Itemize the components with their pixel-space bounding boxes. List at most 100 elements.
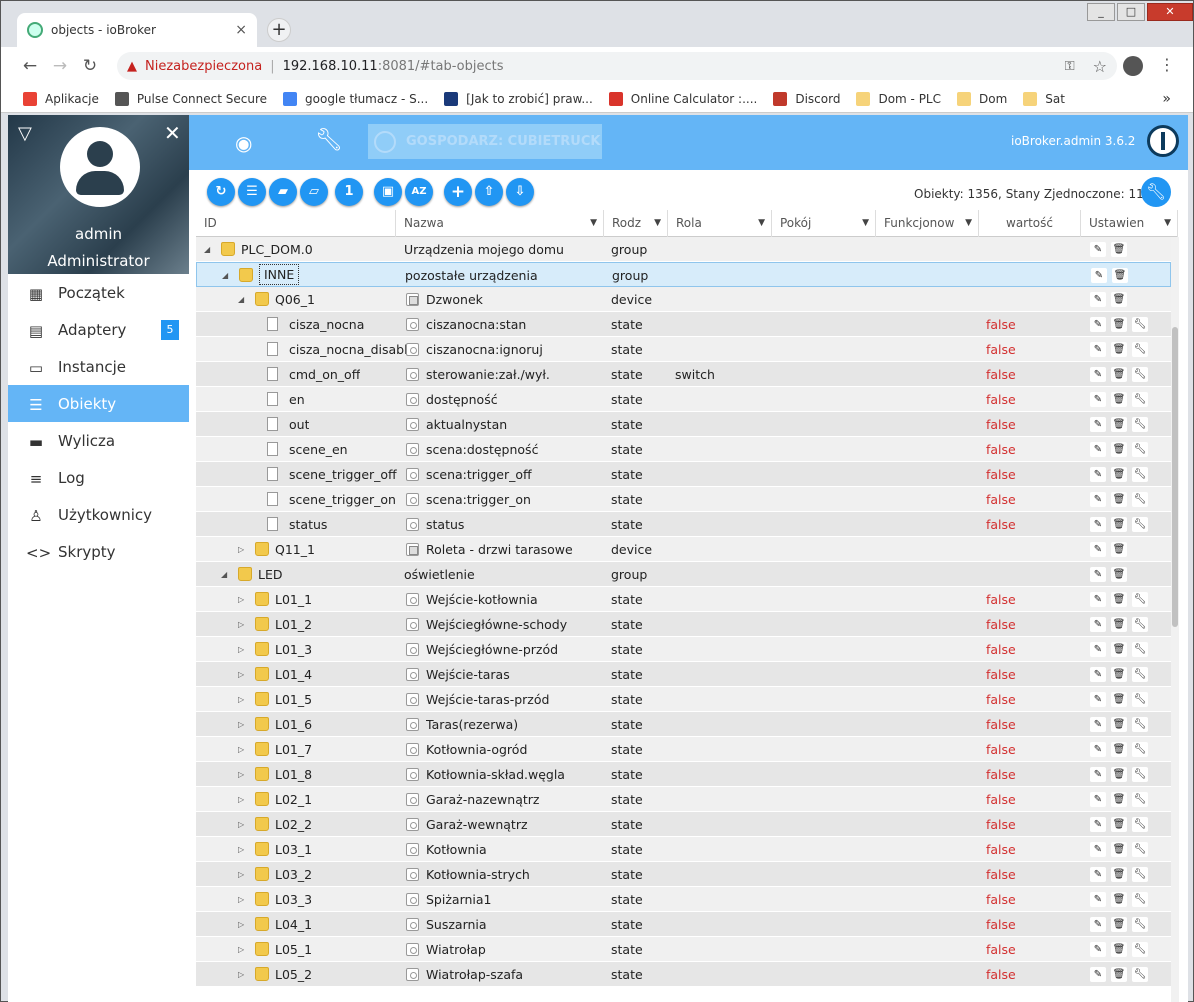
column-header[interactable]: wartość: [979, 210, 1081, 237]
expand-icon[interactable]: ▷: [238, 537, 244, 562]
bookmark-item[interactable]: Online Calculator :....: [608, 91, 757, 106]
settings-icon[interactable]: 🔧︎: [1132, 792, 1148, 807]
table-row[interactable]: ▷ L01_6 Taras(rezerwa) state false ✎ 🗑︎ 🔧︎: [196, 712, 1171, 737]
add-icon[interactable]: +: [444, 178, 472, 206]
edit-icon[interactable]: ✎: [1090, 917, 1106, 932]
object-value[interactable]: false: [986, 862, 1016, 887]
upload-icon[interactable]: ⇧: [475, 178, 503, 206]
table-row[interactable]: scene_trigger_on scena:trigger_on state fal…: [196, 487, 1171, 512]
object-value[interactable]: false: [986, 887, 1016, 912]
table-row[interactable]: ▷ L01_3 Wejściegłówne-przód state false ✎ 🗑︎ 🔧︎: [196, 637, 1171, 662]
edit-icon[interactable]: ✎: [1090, 767, 1106, 782]
list-view-icon[interactable]: ☰: [238, 178, 266, 206]
column-header[interactable]: Rodz ▼: [604, 210, 668, 237]
object-value[interactable]: false: [986, 787, 1016, 812]
refresh-icon[interactable]: ↻: [207, 178, 235, 206]
delete-icon[interactable]: 🗑︎: [1111, 617, 1127, 632]
edit-icon[interactable]: ✎: [1090, 542, 1106, 557]
expand-icon[interactable]: ▷: [238, 687, 244, 712]
object-value[interactable]: false: [986, 337, 1016, 362]
folder-collapse-icon[interactable]: ▰: [269, 178, 297, 206]
bookmark-item[interactable]: Aplikacje: [23, 91, 99, 106]
settings-icon[interactable]: 🔧︎: [1132, 942, 1148, 957]
table-row[interactable]: cmd_on_off sterowanie:zał./wył. state switc…: [196, 362, 1171, 387]
column-header[interactable]: Pokój ▼: [772, 210, 876, 237]
key-icon[interactable]: ⚿: [1065, 59, 1075, 74]
table-row[interactable]: ▷ L01_2 Wejściegłówne-schody state false ✎ 🗑︎ 🔧…: [196, 612, 1171, 637]
iobroker-triangle-icon[interactable]: ▽: [18, 123, 32, 144]
minimize-icon[interactable]: _: [1087, 3, 1115, 21]
delete-icon[interactable]: 🗑︎: [1111, 492, 1127, 507]
bookmark-item[interactable]: Pulse Connect Secure: [114, 91, 267, 106]
edit-icon[interactable]: ✎: [1090, 592, 1106, 607]
object-value[interactable]: false: [986, 912, 1016, 937]
table-row[interactable]: ▷ L05_2 Wiatrołap-szafa state false ✎ 🗑︎ 🔧︎: [196, 962, 1171, 987]
table-row[interactable]: ▷ L04_1 Suszarnia state false ✎ 🗑︎ 🔧︎: [196, 912, 1171, 937]
settings-icon[interactable]: 🔧︎: [1132, 842, 1148, 857]
object-value[interactable]: false: [986, 737, 1016, 762]
delete-icon[interactable]: 🗑︎: [1111, 667, 1127, 682]
table-row[interactable]: cisza_nocna_disable ciszanocna:ignoruj sta…: [196, 337, 1171, 362]
delete-icon[interactable]: 🗑︎: [1111, 717, 1127, 732]
edit-icon[interactable]: ✎: [1090, 717, 1106, 732]
edit-icon[interactable]: ✎: [1090, 317, 1106, 332]
settings-icon[interactable]: 🔧︎: [1132, 867, 1148, 882]
filter-dropdown-icon[interactable]: ▼: [965, 210, 972, 237]
expand-icon[interactable]: ▷: [238, 712, 244, 737]
filter-dropdown-icon[interactable]: ▼: [758, 210, 765, 237]
collapse-icon[interactable]: ◢: [221, 562, 227, 587]
edit-icon[interactable]: ✎: [1090, 842, 1106, 857]
sidebar-item-2[interactable]: ▭ Instancje: [8, 348, 189, 385]
edit-icon[interactable]: ✎: [1090, 742, 1106, 757]
object-value[interactable]: false: [986, 487, 1016, 512]
edit-icon[interactable]: ✎: [1090, 642, 1106, 657]
settings-icon[interactable]: 🔧︎: [1132, 317, 1148, 332]
delete-icon[interactable]: 🗑︎: [1111, 517, 1127, 532]
delete-icon[interactable]: 🗑︎: [1111, 442, 1127, 457]
expand-icon[interactable]: ▷: [238, 912, 244, 937]
edit-icon[interactable]: ✎: [1090, 417, 1106, 432]
settings-icon[interactable]: 🔧︎: [1132, 667, 1148, 682]
object-value[interactable]: false: [986, 387, 1016, 412]
edit-icon[interactable]: ✎: [1090, 367, 1106, 382]
delete-icon[interactable]: 🗑︎: [1111, 842, 1127, 857]
host-selector[interactable]: GOSPODARZ: CUBIETRUCK: [368, 124, 602, 159]
table-scrollbar[interactable]: [1171, 237, 1179, 1002]
settings-icon[interactable]: 🔧︎: [1132, 892, 1148, 907]
delete-icon[interactable]: 🗑︎: [1111, 692, 1127, 707]
settings-icon[interactable]: 🔧︎: [1132, 692, 1148, 707]
edit-icon[interactable]: ✎: [1090, 467, 1106, 482]
settings-icon[interactable]: 🔧︎: [1132, 492, 1148, 507]
delete-icon[interactable]: 🗑︎: [1112, 268, 1128, 283]
settings-icon[interactable]: 🔧︎: [1132, 367, 1148, 382]
maximize-icon[interactable]: □: [1117, 3, 1145, 21]
delete-icon[interactable]: 🗑︎: [1111, 292, 1127, 307]
delete-icon[interactable]: 🗑︎: [1111, 342, 1127, 357]
delete-icon[interactable]: 🗑︎: [1111, 867, 1127, 882]
table-row[interactable]: ▷ L05_1 Wiatrołap state false ✎ 🗑︎ 🔧︎: [196, 937, 1171, 962]
bookmark-item[interactable]: google tłumacz - S...: [283, 91, 428, 106]
edit-icon[interactable]: ✎: [1090, 242, 1106, 257]
edit-icon[interactable]: ✎: [1090, 817, 1106, 832]
table-row[interactable]: out aktualnystan state false ✎ 🗑︎ 🔧︎: [196, 412, 1171, 437]
delete-icon[interactable]: 🗑︎: [1111, 892, 1127, 907]
delete-icon[interactable]: 🗑︎: [1111, 917, 1127, 932]
edit-icon[interactable]: ✎: [1091, 268, 1107, 283]
delete-icon[interactable]: 🗑︎: [1111, 817, 1127, 832]
filter-dropdown-icon[interactable]: ▼: [862, 210, 869, 237]
table-row[interactable]: en dostępność state false ✎ 🗑︎ 🔧︎: [196, 387, 1171, 412]
table-row[interactable]: ◢ INNE pozostałe urządzenia group ✎ 🗑︎: [196, 262, 1171, 287]
delete-icon[interactable]: 🗑︎: [1111, 967, 1127, 982]
object-value[interactable]: false: [986, 512, 1016, 537]
settings-icon[interactable]: 🔧︎: [1132, 917, 1148, 932]
edit-icon[interactable]: ✎: [1090, 667, 1106, 682]
sidebar-item-4[interactable]: ▬ Wylicza: [8, 422, 189, 459]
edit-icon[interactable]: ✎: [1090, 567, 1106, 582]
expand-icon[interactable]: ▷: [238, 587, 244, 612]
delete-icon[interactable]: 🗑︎: [1111, 792, 1127, 807]
delete-icon[interactable]: 🗑︎: [1111, 642, 1127, 657]
expand-icon[interactable]: ▷: [238, 837, 244, 862]
bookmark-item[interactable]: Discord: [773, 91, 840, 106]
object-value[interactable]: false: [986, 687, 1016, 712]
table-row[interactable]: ◢ LED oświetlenie group ✎ 🗑︎: [196, 562, 1171, 587]
